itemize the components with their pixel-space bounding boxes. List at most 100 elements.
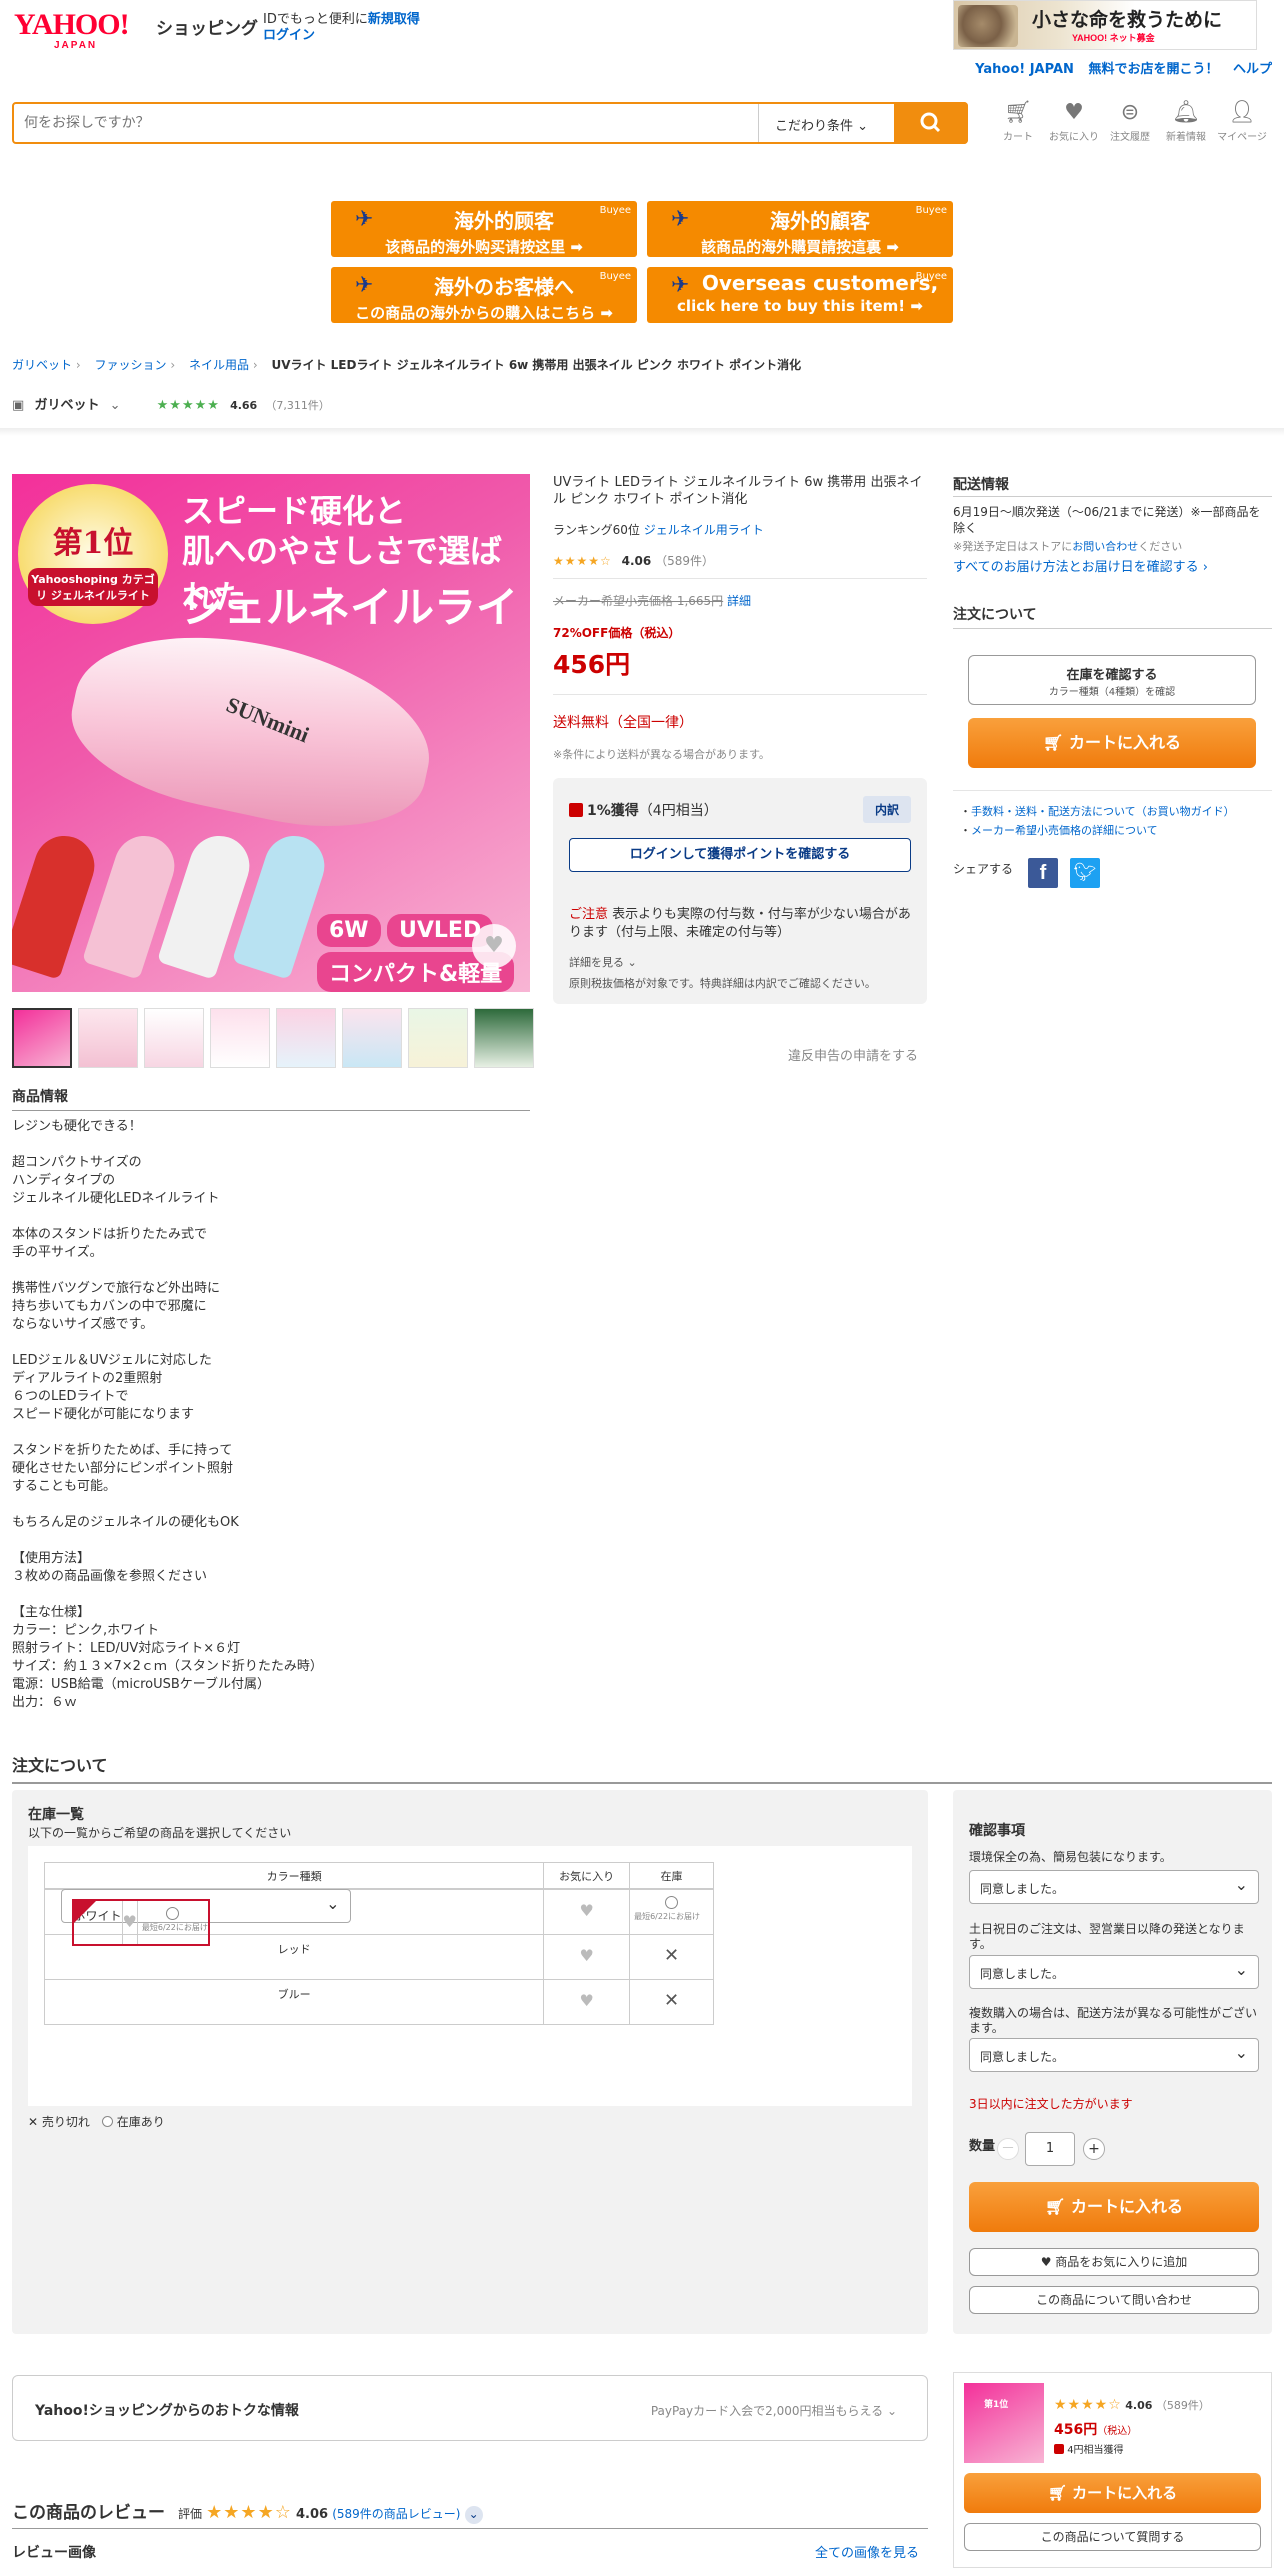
- yahoo-shopping-logo[interactable]: YAHOO! JAPAN: [14, 10, 154, 52]
- share-label: シェアする: [953, 862, 1014, 876]
- confirm-panel: 確認事項 環境保全の為、簡易包装になります。 同意しました。 土日祝日のご注文は…: [953, 1790, 1272, 2334]
- chevron-down-icon[interactable]: ⌄: [110, 398, 121, 413]
- id-prompt: IDでもっと便利に新規取得 ログイン: [263, 12, 420, 44]
- breadcrumb-fashion[interactable]: ファッション: [94, 358, 166, 372]
- kitten-image: [958, 5, 1018, 47]
- confirm-select-2[interactable]: 同意しました。: [969, 1955, 1259, 1989]
- points-more-link[interactable]: 詳細を見る ⌄: [569, 954, 637, 970]
- color-cell: ホワイト: [71, 1899, 123, 1946]
- thumbnail[interactable]: [12, 1008, 72, 1068]
- chevron-down-icon[interactable]: ⌄: [464, 2506, 483, 2524]
- help-link[interactable]: ヘルプ: [1233, 62, 1272, 77]
- points-breakdown-button[interactable]: 内訳: [862, 796, 911, 823]
- check-stock-button[interactable]: 在庫を確認する カラー種類（4種類）を確認: [968, 655, 1256, 705]
- breadcrumb-nail[interactable]: ネイル用品: [189, 358, 249, 372]
- nav-notifications[interactable]: 🔔︎ 新着情報: [1158, 100, 1214, 143]
- buyee-banner-en[interactable]: ✈ Buyee Overseas customers, click here to…: [647, 267, 953, 323]
- fav-cell[interactable]: ♥: [543, 1979, 631, 2025]
- store-review-count[interactable]: （7,311件）: [265, 399, 330, 412]
- stock-radio[interactable]: [166, 1907, 180, 1920]
- nav-favorites[interactable]: ♥ お気に入り: [1046, 100, 1102, 143]
- thumbnail[interactable]: [210, 1008, 270, 1068]
- buyee-banner-cn-traditional[interactable]: ✈ Buyee 海外的顧客 該商品的海外購買請按這裏 ➡: [647, 201, 953, 257]
- store-name[interactable]: ガリベット: [34, 398, 99, 413]
- inquiry-button[interactable]: この商品について問い合わせ: [969, 2286, 1259, 2314]
- paypay-offer[interactable]: PayPayカード入会で2,000円相当もらえる ⌄: [651, 2402, 897, 2419]
- sticky-add-to-cart-button[interactable]: 🛒︎ カートに入れる: [964, 2473, 1261, 2513]
- sticky-question-button[interactable]: この商品について質問する: [964, 2523, 1261, 2551]
- deal-banner[interactable]: Yahoo!ショッピングからのおトクな情報 PayPayカード入会で2,000円…: [12, 2375, 928, 2441]
- fav-cell[interactable]: ♥: [543, 1934, 631, 1980]
- quantity-input[interactable]: 1: [1025, 2132, 1075, 2166]
- signup-link[interactable]: 新規取得: [368, 12, 420, 27]
- quantity-minus-button[interactable]: －: [997, 2138, 1019, 2160]
- review-count[interactable]: （589件）: [655, 554, 714, 568]
- thumbnail[interactable]: [474, 1008, 534, 1068]
- review-images-heading: レビュー画像: [12, 2545, 96, 2561]
- conditions-dropdown[interactable]: こだわり条件 ⌄: [758, 104, 898, 142]
- all-delivery-link[interactable]: すべてのお届け方法とお届け日を確認する ›: [953, 556, 1208, 575]
- product-thumbnail[interactable]: 第1位: [964, 2383, 1044, 2463]
- contact-link[interactable]: お問い合わせ: [1072, 540, 1138, 553]
- yahoo-japan-link[interactable]: Yahoo! JAPAN: [975, 62, 1074, 77]
- all-images-link[interactable]: 全ての画像を見る: [815, 2542, 919, 2561]
- buyee-banner-cn-simplified[interactable]: ✈ Buyee 海外的顾客 该商品的海外购买请按这里 ➡: [331, 201, 637, 257]
- rating-value: 4.06: [1125, 2399, 1153, 2412]
- rating-stars: ★★★★☆: [553, 554, 612, 568]
- thumbnail[interactable]: [342, 1008, 402, 1068]
- search-input[interactable]: [24, 110, 744, 136]
- bell-icon: 🔔︎: [1172, 100, 1200, 125]
- thumbnail[interactable]: [78, 1008, 138, 1068]
- report-link[interactable]: 違反申告の申請をする: [788, 1045, 918, 1064]
- rating-count: （589件）: [1155, 2399, 1210, 2412]
- add-to-cart-button[interactable]: 🛒︎ カートに入れる: [968, 718, 1256, 768]
- buyee-banner-ja[interactable]: ✈ Buyee 海外のお客様へ この商品の海外からの購入はこちら ➡: [331, 267, 637, 323]
- reviews-count-link[interactable]: (589件の商品レビュー): [332, 2507, 460, 2521]
- nav-mypage[interactable]: 👤︎ マイページ: [1214, 100, 1270, 143]
- nav-order-history[interactable]: ⊜ 注文履歴: [1102, 100, 1158, 143]
- login-link[interactable]: ログイン: [263, 28, 315, 43]
- facebook-icon[interactable]: f: [1028, 858, 1058, 888]
- stock-cell[interactable]: 最短6/22にお届け: [629, 1889, 714, 1935]
- msrp-info-link[interactable]: ・メーカー希望小売価格の詳細について: [960, 822, 1158, 838]
- divider: [12, 2528, 928, 2529]
- table-header: カラー種類 お気に入り 在庫: [43, 1862, 714, 1889]
- add-favorite-button[interactable]: ♥ 商品をお気に入りに追加: [969, 2248, 1259, 2276]
- quantity-plus-button[interactable]: +: [1083, 2138, 1105, 2160]
- table-row[interactable]: ホワイト ♥ 最短6/22にお届け: [60, 1889, 351, 1946]
- airplane-icon: ✈: [355, 273, 374, 298]
- add-to-cart-button[interactable]: 🛒︎ カートに入れる: [969, 2182, 1259, 2232]
- favorite-heart-icon[interactable]: ♥: [472, 924, 516, 968]
- open-store-link[interactable]: 無料でお店を開こう！: [1088, 62, 1218, 77]
- points-icon: [1054, 2444, 1064, 2454]
- add-cart-label: カートに入れる: [1070, 2197, 1183, 2216]
- thumbnail[interactable]: [408, 1008, 468, 1068]
- guide-link[interactable]: ・手数料・送料・配送方法について（お買い物ガイド）: [960, 803, 1235, 819]
- points-equiv: （4円相当）: [638, 803, 718, 819]
- msrp-detail-link[interactable]: 詳細: [727, 594, 751, 608]
- confirm-select-3[interactable]: 同意しました。: [969, 2038, 1259, 2072]
- caution-text: 表示よりも実際の付与数・付与率が少ない場合があります（付与上限、未確定の付与等）: [569, 907, 911, 940]
- login-points-button[interactable]: ログインして獲得ポイントを確認する: [569, 838, 911, 872]
- points-rate: 1%獲得: [587, 803, 639, 819]
- nav-cart[interactable]: 🛒︎ カート: [990, 100, 1046, 143]
- fav-cell[interactable]: ♥: [543, 1889, 631, 1935]
- breadcrumb-store[interactable]: ガリベット: [12, 358, 72, 372]
- store-rating: 4.66: [230, 399, 258, 412]
- thumbnail[interactable]: [144, 1008, 204, 1068]
- confirm-select-1[interactable]: 同意しました。: [969, 1870, 1259, 1904]
- thumbnail[interactable]: [276, 1008, 336, 1068]
- table-row: ブルー ♥ ✕: [43, 1979, 714, 2025]
- stock-cell: ✕: [629, 1934, 714, 1980]
- breadcrumb-sep: ›: [170, 358, 176, 372]
- search-button[interactable]: [894, 102, 968, 144]
- ranking-category-link[interactable]: ジェルネイル用ライト: [644, 523, 764, 537]
- top-banner-ad[interactable]: 小さな命を救うために YAHOO! ネット募金: [953, 0, 1257, 50]
- stock-cell[interactable]: 最短6/22にお届け: [136, 1899, 210, 1946]
- corner-ribbon: [73, 1901, 96, 1923]
- points-earned: 1%獲得（4円相当）: [569, 800, 718, 820]
- twitter-icon[interactable]: 🐦︎: [1070, 858, 1100, 888]
- product-main-image[interactable]: 第1位 Yahooshoping カテゴリ ジェルネイルライト スピード硬化と 肌…: [12, 474, 530, 992]
- fav-cell[interactable]: ♥: [121, 1899, 138, 1946]
- stock-radio[interactable]: [665, 1896, 679, 1909]
